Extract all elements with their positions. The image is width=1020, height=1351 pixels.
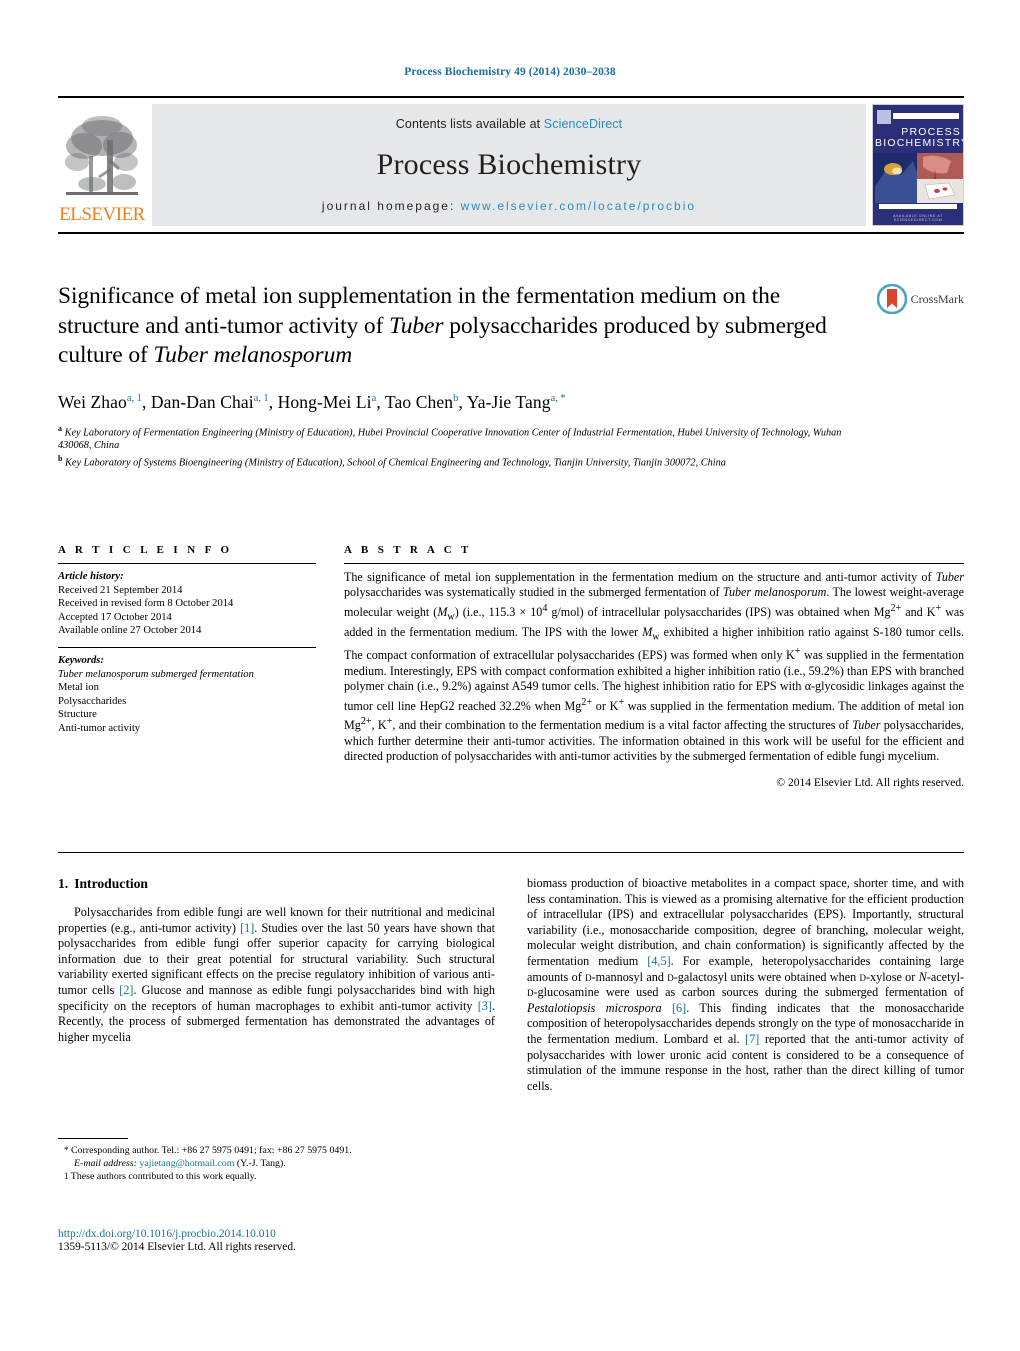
section-title: Introduction <box>74 876 148 891</box>
footnote-mark-one: 1 <box>64 1171 69 1181</box>
footnote-rule <box>58 1138 128 1139</box>
intro-paragraph-left: Polysaccharides from edible fungi are we… <box>58 905 495 1044</box>
contents-prefix: Contents lists available at <box>395 117 544 131</box>
elsevier-wordmark: ELSEVIER <box>59 204 145 225</box>
body-columns: 1. Introduction Polysaccharides from edib… <box>58 876 964 1094</box>
abstract-text: The significance of metal ion supplement… <box>344 570 965 763</box>
history-item: Accepted 17 October 2014 <box>58 611 172 623</box>
keyword-item: Metal ion <box>58 682 99 694</box>
email-suffix: (Y.-J. Tang). <box>236 1158 286 1169</box>
keywords-label: Keywords: <box>58 654 104 666</box>
elsevier-logo: ELSEVIER <box>58 104 146 226</box>
keyword-item: Structure <box>58 709 97 721</box>
crossmark-icon <box>876 284 907 314</box>
masthead-top-rule <box>58 96 964 98</box>
masthead-bottom-rule <box>58 232 964 234</box>
running-head: Process Biochemistry 49 (2014) 2030–2038 <box>404 66 616 78</box>
abstract-heading: A B S T R A C T <box>344 544 472 556</box>
footnote-mark-asterisk: * <box>64 1145 69 1155</box>
abstract-copyright: © 2014 Elsevier Ltd. All rights reserved… <box>776 777 964 790</box>
cover-footer-text: AVAILABLE ONLINE AT SCIENCEDIRECT.COM <box>893 214 943 222</box>
author-list: Wei Zhaoa, 1, Dan-Dan Chaia, 1, Hong-Mei… <box>58 391 566 412</box>
cover-photo-collage <box>873 153 963 203</box>
history-item: Received 21 September 2014 <box>58 584 183 596</box>
title-block: Significance of metal ion supplementatio… <box>58 282 964 470</box>
cover-logo-square <box>877 110 891 124</box>
intro-paragraph-right: biomass production of bioactive metaboli… <box>527 876 965 1093</box>
article-info-column: A R T I C L E I N F O Article history: R… <box>58 544 316 789</box>
article-info-heading: A R T I C L E I N F O <box>58 544 233 556</box>
keyword-item: Tuber melanosporum submerged fermentatio… <box>58 668 316 682</box>
cover-title-line2: BIOCHEMISTRY <box>875 137 964 149</box>
journal-cover-thumbnail: PROCESS BIOCHEMISTRY AVAILABLE ONLINE AT… <box>872 104 964 226</box>
body-separator-rule <box>58 852 964 853</box>
article-info-rule <box>58 563 316 564</box>
footnotes-block: * Corresponding author. Tel.: +86 27 597… <box>58 1138 495 1183</box>
article-history-label: Article history: <box>58 571 124 582</box>
cover-top-band <box>893 113 959 119</box>
sciencedirect-link[interactable]: ScienceDirect <box>544 117 622 131</box>
footnote-equal-contribution: 1 These authors contributed to this work… <box>58 1170 495 1183</box>
keywords-block: Keywords: Tuber melanosporum submerged f… <box>58 646 316 736</box>
journal-masthead: ELSEVIER Contents lists available at Sci… <box>58 96 964 234</box>
affiliation-b: b Key Laboratory of Systems Bioengineeri… <box>58 454 726 469</box>
footnote-corresponding-author: * Corresponding author. Tel.: +86 27 597… <box>58 1144 495 1170</box>
affiliation-a-text: Key Laboratory of Fermentation Engineeri… <box>58 426 842 452</box>
page-title: Significance of metal ion supplementatio… <box>58 283 827 368</box>
info-abstract-row: A R T I C L E I N F O Article history: R… <box>58 544 964 789</box>
keyword-item: Polysaccharides <box>58 695 127 707</box>
footnote-corresponding-text: Corresponding author. Tel.: +86 27 5975 … <box>70 1145 352 1156</box>
journal-homepage-line: journal homepage: www.elsevier.com/locat… <box>322 199 696 213</box>
elsevier-tree-icon <box>65 116 138 195</box>
affiliation-a: a Key Laboratory of Fermentation Enginee… <box>58 423 842 452</box>
affiliation-b-text: Key Laboratory of Systems Bioengineering… <box>65 457 726 469</box>
keyword-item-0: Tuber melanosporum submerged fermentatio… <box>58 668 254 680</box>
cover-title: PROCESS BIOCHEMISTRY <box>875 127 964 149</box>
doi-link[interactable]: http://dx.doi.org/10.1016/j.procbio.2014… <box>58 1228 558 1240</box>
email-link[interactable]: yajietang@hotmail.com <box>139 1158 234 1169</box>
footer-doi-block: http://dx.doi.org/10.1016/j.procbio.2014… <box>58 1228 558 1253</box>
journal-homepage-link[interactable]: www.elsevier.com/locate/procbio <box>461 199 696 213</box>
masthead-center-band: Contents lists available at ScienceDirec… <box>152 104 866 226</box>
article-page: Process Biochemistry 49 (2014) 2030–2038 <box>0 0 1020 1351</box>
contents-available-line: Contents lists available at ScienceDirec… <box>396 117 622 131</box>
section-number: 1. <box>58 876 69 891</box>
crossmark-label: CrossMark <box>910 291 964 306</box>
keyword-item: Anti-tumor activity <box>58 722 141 734</box>
abstract-rule <box>344 563 964 564</box>
affiliations: a Key Laboratory of Fermentation Enginee… <box>58 422 848 470</box>
keywords-rule <box>58 646 316 648</box>
email-address-label: E-mail address: <box>74 1158 137 1169</box>
history-item: Received in revised form 8 October 2014 <box>58 598 234 610</box>
history-item: Available online 27 October 2014 <box>58 625 202 637</box>
body-column-left: 1. Introduction Polysaccharides from edib… <box>58 876 495 1094</box>
issn-copyright-line: 1359-5113/© 2014 Elsevier Ltd. All right… <box>58 1241 296 1253</box>
article-history: Article history: Received 21 September 2… <box>58 570 316 638</box>
footnote-equal-text: These authors contributed to this work e… <box>70 1171 257 1182</box>
homepage-prefix: journal homepage: <box>321 199 461 213</box>
cover-bottom-band <box>879 204 957 209</box>
section-heading-introduction: 1. Introduction <box>58 876 495 892</box>
abstract-column: A B S T R A C T The significance of meta… <box>344 544 964 789</box>
body-column-right: biomass production of bioactive metaboli… <box>527 876 964 1094</box>
journal-title: Process Biochemistry <box>376 148 642 181</box>
crossmark-badge[interactable]: CrossMark <box>876 284 964 314</box>
